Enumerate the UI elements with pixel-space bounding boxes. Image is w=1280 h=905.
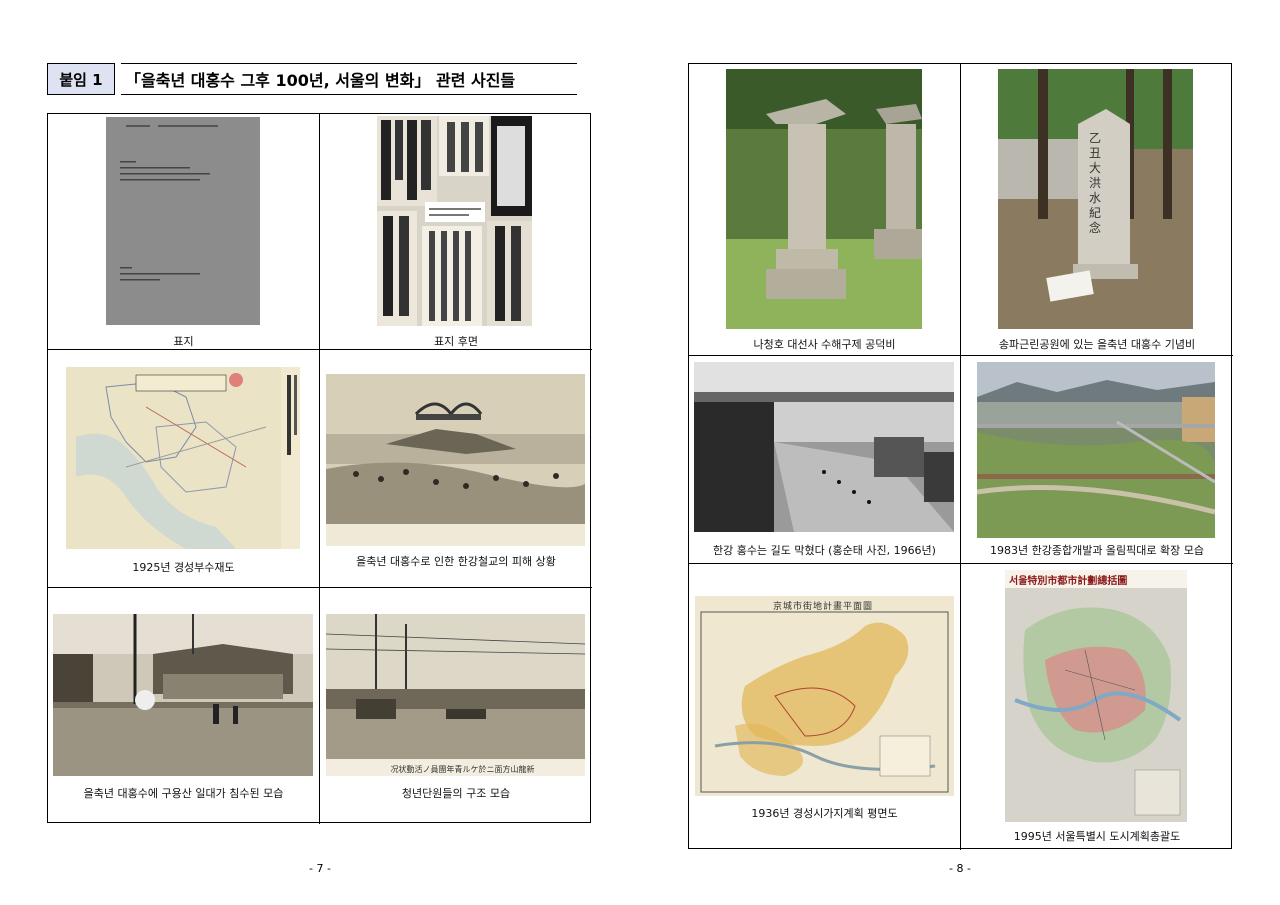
caption-map-1936: 1936년 경성시가지계획 평면도: [751, 807, 898, 820]
right-page: 나청호 대선사 수해구제 공덕비 乙丑大洪水紀念 송파근린공원에 있는 을축년: [640, 0, 1280, 905]
page-number-right: - 8 -: [949, 862, 971, 875]
olympic-1983-photo: [977, 362, 1215, 538]
caption-cover: 표지: [173, 335, 194, 348]
caption-map-1995: 1995년 서울특별시 도시계획총괄도: [1013, 830, 1181, 843]
map-1936-photo: 京城市街地計畫平面圖: [695, 596, 954, 796]
caption-yongsan: 을축년 대홍수에 구용산 일대가 침수된 모습: [83, 787, 284, 800]
rescue-photo: 况状動活ノ員團年青ルケ於ニ面方山龍新: [326, 614, 585, 776]
caption-cover-back: 표지 후면: [434, 335, 478, 348]
han-flood-1966-photo: [694, 362, 954, 532]
stele-songpa-inscription: 乙丑大洪水紀念: [1089, 131, 1102, 235]
photo-cell-rescue: 况状動活ノ員團年青ルケ於ニ面方山龍新 청년단원들의 구조 모습: [320, 588, 592, 824]
appendix-title: 「을축년 대홍수 그후 100년, 서울의 변화」 관련 사진들: [121, 63, 577, 95]
map-1936-title: 京城市街地計畫平面圖: [773, 602, 874, 612]
photo-cell-cover: 표지: [48, 114, 320, 350]
bridge-damage-photo: [326, 374, 585, 546]
newspaper-collage-photo: [377, 116, 532, 326]
photo-cell-1925-map: 1925년 경성부수재도: [48, 350, 320, 588]
caption-1925-map: 1925년 경성부수재도: [132, 561, 235, 574]
cover-photo: [106, 117, 260, 325]
caption-bridge-damage: 을축년 대홍수로 인한 한강철교의 피해 상황: [356, 555, 556, 568]
map-1995-title: 서울特別市都市計劃總括圖: [1009, 576, 1128, 587]
map-1995-photo: 서울特別市都市計劃總括圖: [1005, 570, 1187, 822]
photo-cell-map-1995: 서울特別市都市計劃總括圖 1995년 서울특별시 도시계획총괄도: [961, 564, 1233, 850]
photo-cell-stele-songpa: 乙丑大洪水紀念 송파근린공원에 있는 을축년 대홍수 기념비: [961, 64, 1233, 356]
caption-rescue: 청년단원들의 구조 모습: [401, 787, 511, 800]
caption-stele-daeseon: 나청호 대선사 수해구제 공덕비: [753, 338, 896, 351]
rescue-photo-caption: 况状動活ノ員團年青ルケ於ニ面方山龍新: [390, 765, 535, 774]
left-page: 붙임 1 「을축년 대홍수 그후 100년, 서울의 변화」 관련 사진들 표지: [0, 0, 640, 905]
photo-cell-stele-daeseon: 나청호 대선사 수해구제 공덕비: [689, 64, 961, 356]
photo-cell-bridge-damage: 을축년 대홍수로 인한 한강철교의 피해 상황: [320, 350, 592, 588]
stele-daeseon-photo: [726, 69, 922, 329]
photo-cell-cover-back: 표지 후면: [320, 114, 592, 350]
photo-cell-han-flood-1966: 한강 홍수는 길도 막혔다 (홍순태 사진, 1966년): [689, 356, 961, 564]
photo-cell-yongsan: 을축년 대홍수에 구용산 일대가 침수된 모습: [48, 588, 320, 824]
caption-olympic-1983: 1983년 한강종합개발과 올림픽대로 확장 모습: [989, 544, 1205, 557]
photo-cell-map-1936: 京城市街地計畫平面圖 1936년 경성시가지계획 평면도: [689, 564, 961, 850]
left-photo-grid: 표지 표지 후면 1925년 경성부수재도 을축년 대홍수로 인한 한강철교의 …: [47, 113, 592, 824]
caption-stele-songpa: 송파근린공원에 있는 을축년 대홍수 기념비: [998, 338, 1196, 351]
page-number-left: - 7 -: [309, 862, 331, 875]
appendix-tag: 붙임 1: [47, 63, 115, 95]
map-1925-photo: [66, 367, 300, 549]
caption-han-flood-1966: 한강 홍수는 길도 막혔다 (홍순태 사진, 1966년): [713, 544, 936, 557]
appendix-header: 붙임 1 「을축년 대홍수 그후 100년, 서울의 변화」 관련 사진들: [47, 63, 577, 95]
photo-cell-olympic-1983: 1983년 한강종합개발과 올림픽대로 확장 모습: [961, 356, 1233, 564]
stele-songpa-photo: 乙丑大洪水紀念: [998, 69, 1193, 329]
right-photo-grid: 나청호 대선사 수해구제 공덕비 乙丑大洪水紀念 송파근린공원에 있는 을축년: [688, 63, 1233, 850]
yongsan-flood-photo: [53, 614, 313, 776]
appendix-title-text: 「을축년 대홍수 그후 100년, 서울의 변화」 관련 사진들: [125, 71, 516, 90]
